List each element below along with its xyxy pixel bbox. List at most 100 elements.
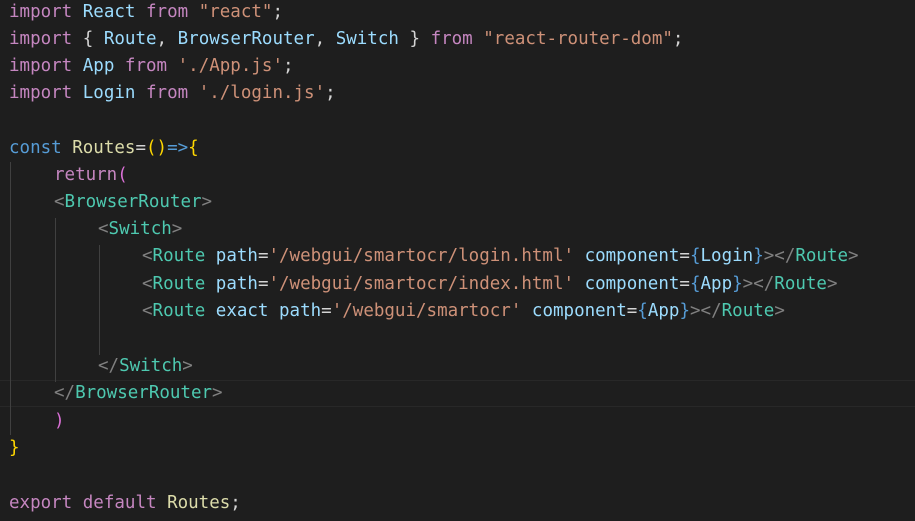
token-tag-bracket: >: [171, 219, 183, 239]
code-line-16: ): [54, 408, 65, 435]
token-comma: ,: [156, 29, 168, 49]
token-equals: =: [135, 138, 146, 158]
code-line-19: export default Routes;: [9, 490, 241, 517]
code-line-10: <Route path='/webgui/smartocr/login.html…: [142, 243, 859, 270]
token-identifier: App: [647, 301, 680, 321]
code-line-12: <Route exact path='/webgui/smartocr' com…: [142, 298, 785, 325]
indent-guide: [10, 162, 11, 435]
token-semicolon: ;: [325, 83, 336, 103]
token-brace: }: [409, 29, 421, 49]
token-string: './login.js': [198, 83, 326, 103]
token-parens: (): [146, 138, 168, 158]
token-attribute: exact: [215, 301, 269, 321]
token-attribute: path: [279, 301, 322, 321]
token-equals: =: [257, 274, 269, 294]
token-component: BrowserRouter: [64, 192, 202, 212]
token-brace: {: [689, 246, 701, 266]
token-string: "react-router-dom": [483, 29, 673, 49]
token-import: import: [9, 56, 73, 76]
token-brace: {: [689, 274, 701, 294]
token-tag-bracket: </: [700, 301, 722, 321]
token-export: export: [9, 493, 73, 513]
token-brace: }: [9, 438, 20, 458]
token-component: Route: [721, 301, 775, 321]
token-tag-bracket: <: [98, 219, 109, 239]
token-component: Switch: [108, 219, 172, 239]
token-identifier: App: [700, 274, 733, 294]
token-semicolon: ;: [272, 2, 284, 22]
token-brace: }: [732, 274, 743, 294]
token-component: Route: [774, 274, 827, 294]
token-equals: =: [257, 246, 269, 266]
token-identifier: Login: [82, 83, 136, 103]
token-tag-bracket: <: [142, 274, 153, 294]
token-brace: {: [188, 138, 199, 158]
code-line-9: <Switch>: [98, 216, 182, 243]
code-line-11: <Route path='/webgui/smartocr/index.html…: [142, 271, 838, 298]
token-brace: }: [753, 246, 764, 266]
token-import: import: [9, 29, 73, 49]
token-from: from: [146, 83, 189, 103]
code-line-1: import React from "react";: [9, 0, 283, 26]
token-attribute: component: [584, 246, 680, 266]
token-tag-bracket: </: [774, 246, 796, 266]
token-const: const: [9, 138, 62, 158]
token-return: return: [54, 165, 118, 185]
token-import: import: [9, 2, 73, 22]
token-tag-bracket: >: [212, 383, 223, 403]
token-paren: (: [117, 165, 128, 185]
token-string: './App.js': [177, 56, 283, 76]
indent-guide: [99, 245, 100, 355]
token-identifier: React: [82, 2, 136, 22]
token-tag-bracket: <: [142, 246, 153, 266]
code-line-2: import { Route, BrowserRouter, Switch } …: [9, 26, 683, 53]
token-component: Route: [152, 246, 206, 266]
token-tag-bracket: </: [98, 356, 120, 376]
code-line-4: import Login from './login.js';: [9, 80, 336, 107]
token-semicolon: ;: [282, 56, 294, 76]
token-equals: =: [626, 301, 638, 321]
code-editor[interactable]: import React from "react"; import { Rout…: [0, 0, 915, 521]
token-component: BrowserRouter: [75, 383, 213, 403]
token-identifier: Route: [103, 29, 157, 49]
code-line-8: <BrowserRouter>: [54, 189, 212, 216]
token-component: Switch: [119, 356, 183, 376]
token-attribute: component: [531, 301, 627, 321]
token-identifier: BrowserRouter: [177, 29, 315, 49]
token-semicolon: ;: [672, 29, 684, 49]
token-string: "react": [198, 2, 273, 22]
token-brace: {: [82, 29, 94, 49]
code-line-6: const Routes=()=>{: [9, 135, 199, 162]
token-equals: =: [321, 301, 332, 321]
token-function-name: Routes: [167, 493, 231, 513]
token-component: Route: [152, 274, 206, 294]
token-attribute: path: [215, 246, 258, 266]
code-line-14: </Switch>: [98, 353, 193, 380]
token-tag-bracket: </: [753, 274, 775, 294]
token-attribute: component: [584, 274, 680, 294]
token-from: from: [124, 56, 168, 76]
token-string: '/webgui/smartocr/login.html': [268, 246, 575, 266]
token-component: Route: [795, 246, 849, 266]
token-tag-bracket: >: [848, 246, 859, 266]
token-tag-bracket: >: [774, 301, 785, 321]
token-string: '/webgui/smartocr': [331, 301, 522, 321]
token-tag-bracket: >: [826, 274, 838, 294]
token-default: default: [82, 493, 157, 513]
token-tag-bracket: >: [182, 356, 193, 376]
code-line-7: return(: [54, 162, 128, 189]
token-from: from: [146, 2, 189, 22]
token-function-name: Routes: [72, 138, 136, 158]
token-identifier: Switch: [335, 29, 399, 49]
token-tag-bracket: <: [54, 192, 65, 212]
token-tag-bracket: >: [690, 301, 701, 321]
token-identifier: App: [82, 56, 115, 76]
token-equals: =: [679, 274, 690, 294]
token-from: from: [430, 29, 473, 49]
token-comma: ,: [314, 29, 326, 49]
token-tag-bracket: >: [201, 192, 213, 212]
token-brace: }: [679, 301, 690, 321]
token-equals: =: [679, 246, 690, 266]
token-attribute: path: [215, 274, 258, 294]
token-string: '/webgui/smartocr/index.html': [268, 274, 575, 294]
